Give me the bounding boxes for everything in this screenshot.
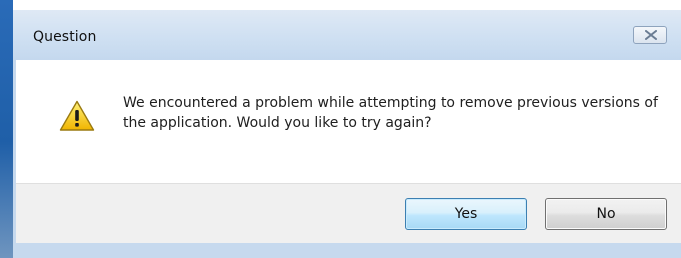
yes-button[interactable]: Yes [405,198,527,230]
close-button[interactable] [633,26,667,44]
dialog-message: We encountered a problem while attemptin… [123,95,658,131]
dialog-content: We encountered a problem while attemptin… [16,60,681,183]
dialog-titlebar[interactable]: Question [13,10,681,60]
warning-icon [59,100,95,131]
question-dialog: Question We encountered a problem while … [13,10,681,258]
dialog-title: Question [33,29,97,45]
dialog-bottom-frame [13,243,681,258]
no-button[interactable]: No [545,198,667,230]
dialog-button-bar: Yes No [16,183,681,244]
close-icon [645,30,657,40]
background-window-edge [0,0,13,258]
background-area [13,0,681,10]
